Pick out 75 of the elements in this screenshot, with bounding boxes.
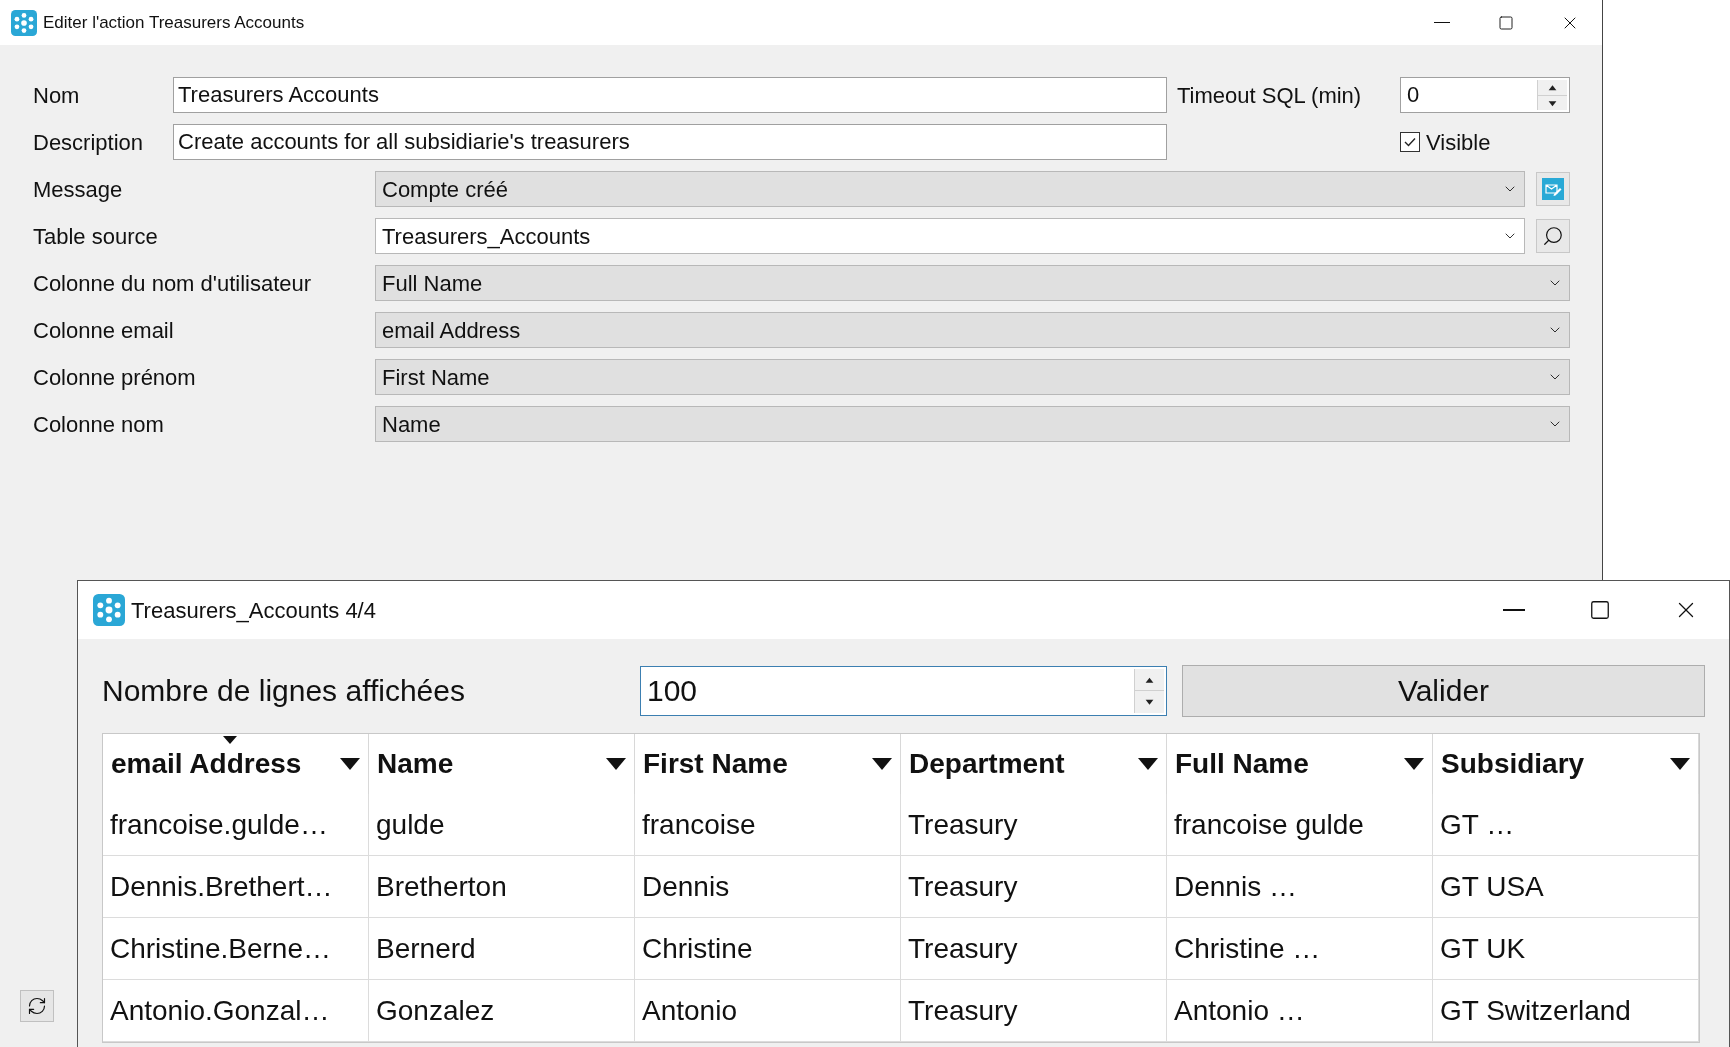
table-cell: Bretherton (369, 856, 635, 917)
description-field[interactable]: Create accounts for all subsidiarie's treasurers (173, 124, 1167, 160)
filter-dropdown-icon[interactable] (606, 758, 626, 770)
table-cell: Bernerd (369, 918, 635, 979)
window-title: Editer l'action Treasurers Accounts (43, 11, 306, 34)
table-cell: Dennis … (1167, 856, 1433, 917)
table-cell: Antonio (635, 980, 901, 1041)
filter-dropdown-icon[interactable] (872, 758, 892, 770)
table-cell: francoise (635, 794, 901, 855)
validate-button[interactable]: Valider (1182, 664, 1705, 717)
maximize-icon (1589, 599, 1611, 621)
filter-dropdown-icon[interactable] (1404, 758, 1424, 770)
table-cell: GT Switzerland (1433, 980, 1699, 1041)
table-cell: GT … (1433, 794, 1699, 855)
checkbox-label: Visible (1426, 128, 1491, 157)
column-header[interactable]: email Address (103, 734, 369, 794)
table-cell: Treasury (901, 980, 1167, 1041)
field-label: Colonne email (33, 316, 175, 345)
filter-dropdown-icon[interactable] (1670, 758, 1690, 770)
dropdown-field[interactable]: Full Name (375, 265, 1570, 301)
column-header[interactable]: First Name (635, 734, 901, 794)
field-label: Colonne prénom (33, 363, 197, 392)
field-label: Table source (33, 222, 159, 251)
dropdown-field[interactable]: Name (375, 406, 1570, 442)
search-button[interactable] (1536, 219, 1570, 253)
field-label: Description (33, 128, 145, 157)
search-icon (1542, 225, 1564, 247)
dropdown-field[interactable]: Treasurers_Accounts (375, 218, 1525, 254)
minimize-icon (1503, 609, 1525, 611)
table-cell: Treasury (901, 794, 1167, 855)
column-header[interactable]: Subsidiary (1433, 734, 1699, 794)
app-logo-icon (93, 594, 125, 626)
edit-message-button[interactable] (1536, 172, 1570, 206)
timeout-spin-field[interactable]: 0 (1400, 77, 1570, 113)
filter-dropdown-icon[interactable] (1138, 758, 1158, 770)
field-label: Nom (33, 81, 81, 110)
maximize-icon (1498, 14, 1514, 31)
table-cell: Christine (635, 918, 901, 979)
visible-checkbox[interactable] (1400, 132, 1420, 152)
table-cell: Treasury (901, 918, 1167, 979)
dropdown-field[interactable]: First Name (375, 359, 1570, 395)
table-cell: francoise gulde (1167, 794, 1433, 855)
refresh-icon (27, 996, 47, 1016)
field-label: Timeout SQL (min) (1177, 81, 1363, 110)
table-cell: Christine … (1167, 918, 1433, 979)
spin-buttons[interactable] (1134, 668, 1164, 713)
refresh-button[interactable] (20, 990, 54, 1022)
spin-buttons[interactable] (1537, 80, 1567, 110)
table-cell: Dennis.Brethert… (103, 856, 369, 917)
app-logo-icon (11, 9, 37, 36)
table-cell: Gonzalez (369, 980, 635, 1041)
envelope-pencil-icon (1542, 178, 1564, 200)
column-header[interactable]: Department (901, 734, 1167, 794)
table-cell: Antonio … (1167, 980, 1433, 1041)
table-cell: Antonio.Gonzal… (103, 980, 369, 1041)
field-label: Nombre de lignes affichées (102, 673, 466, 709)
table-cell: Treasury (901, 856, 1167, 917)
table-cell: gulde (369, 794, 635, 855)
column-header[interactable]: Name (369, 734, 635, 794)
dropdown-field[interactable]: email Address (375, 312, 1570, 348)
name-field[interactable]: Treasurers Accounts (173, 77, 1167, 113)
field-label: Message (33, 175, 124, 204)
dropdown-field[interactable]: Compte créé (375, 171, 1525, 207)
table-cell: GT UK (1433, 918, 1699, 979)
field-label: Colonne nom (33, 410, 165, 439)
table-cell: Dennis (635, 856, 901, 917)
field-label: Colonne du nom d'utilisateur (33, 269, 313, 298)
rows-spin-field[interactable]: 100 (640, 665, 1167, 716)
filter-dropdown-icon[interactable] (340, 758, 360, 770)
window-title: Treasurers_Accounts 4/4 (131, 596, 377, 625)
table-cell: GT USA (1433, 856, 1699, 917)
column-header[interactable]: Full Name (1167, 734, 1433, 794)
table-cell: Christine.Berne… (103, 918, 369, 979)
table-cell: francoise.gulde… (103, 794, 369, 855)
minimize-icon (1434, 21, 1450, 24)
